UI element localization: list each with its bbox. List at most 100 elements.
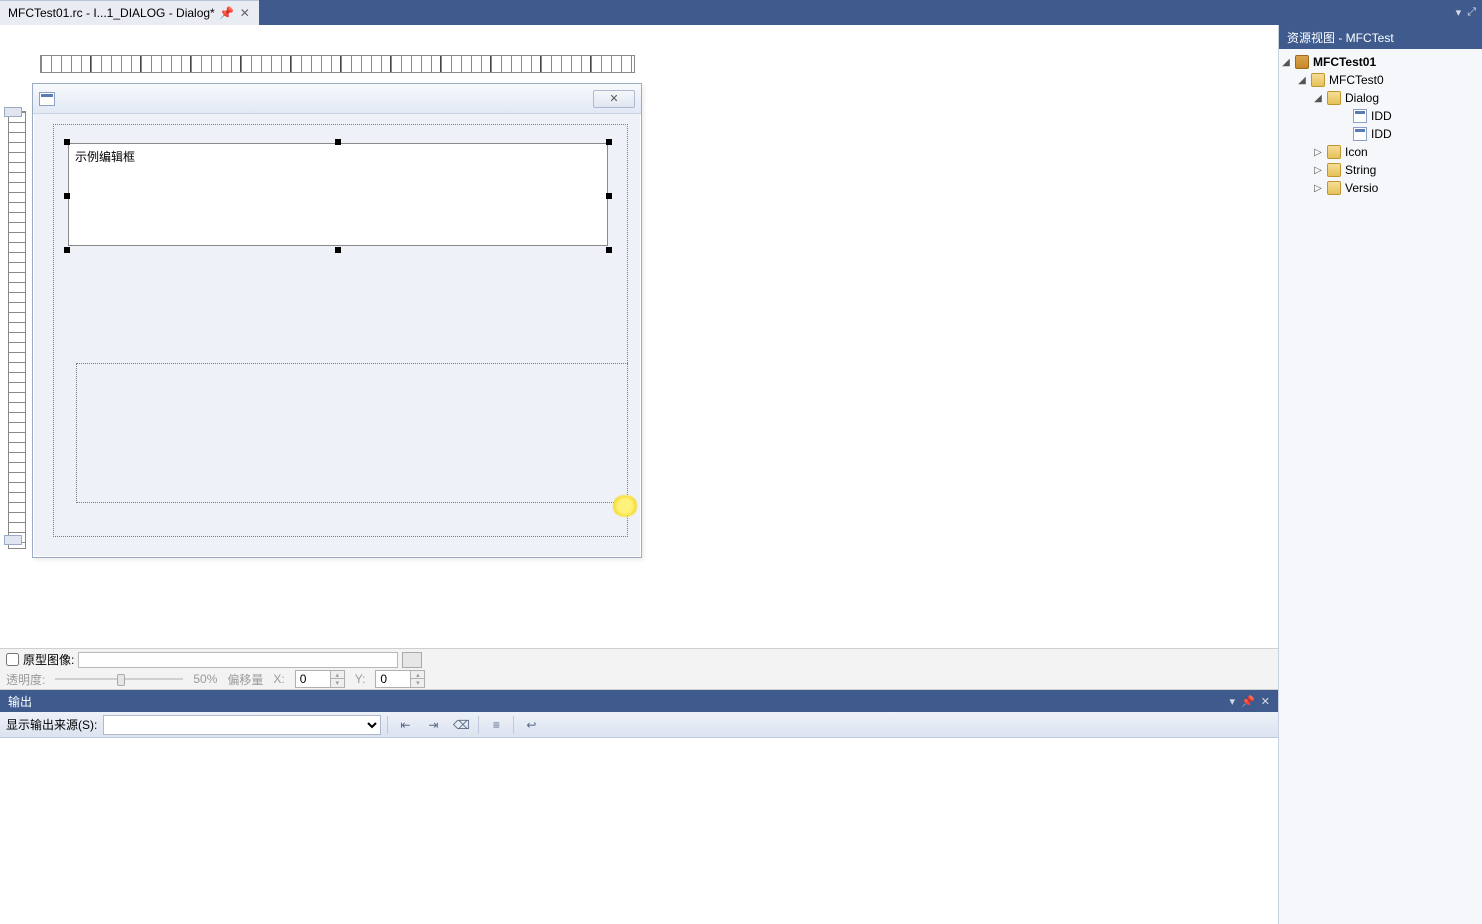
document-tabbar: MFCTest01.rc - I...1_DIALOG - Dialog* 📌 … (0, 0, 1482, 25)
offset-label: 偏移量 (227, 671, 263, 688)
clear-button[interactable]: ⌫ (450, 715, 472, 735)
dialog-icon (1353, 109, 1367, 123)
separator (513, 716, 514, 734)
output-dropdown-icon[interactable]: ▾ (1230, 695, 1236, 708)
tree-string-folder[interactable]: ▷ String (1279, 161, 1482, 179)
tab-dropdown-icon[interactable]: ▾ (1456, 6, 1462, 19)
tabbar-controls: ▾ ⤢ (1456, 0, 1482, 25)
output-titlebar: 输出 ▾ 📌 ✕ (0, 690, 1278, 712)
prototype-label: 原型图像: (23, 651, 74, 668)
offset-y-label: Y: (355, 672, 366, 686)
tree-label: MFCTest0 (1329, 73, 1384, 87)
opacity-value: 50% (193, 672, 217, 686)
expand-icon[interactable]: ▷ (1313, 183, 1323, 194)
next-message-button[interactable]: ⇥ (422, 715, 444, 735)
offset-y-input[interactable] (376, 672, 410, 686)
tree-dialog-item[interactable]: ▪ IDD (1279, 107, 1482, 125)
tab-label: MFCTest01.rc - I...1_DIALOG - Dialog* (8, 6, 215, 20)
prototype-path-field[interactable] (78, 652, 398, 668)
resize-handle-ml[interactable] (64, 193, 70, 199)
tree-label: IDD (1371, 109, 1392, 123)
dialog-preview[interactable]: ✕ 示例编辑框 (32, 83, 642, 558)
resource-tree[interactable]: ◢ MFCTest01 ◢ MFCTest0 ◢ Dialog ▪ IDD ▪ (1279, 49, 1482, 201)
output-title-label: 输出 (8, 693, 32, 710)
output-toolbar: 显示输出来源(S): ⇤ ⇥ ⌫ ≡ ↩ (0, 712, 1278, 738)
offset-y-spinner[interactable]: ▴▾ (375, 670, 425, 688)
resize-handle-bl[interactable] (64, 247, 70, 253)
slider-thumb[interactable] (117, 674, 125, 686)
word-wrap-button[interactable]: ↩ (520, 715, 542, 735)
resize-handle-br[interactable] (606, 247, 612, 253)
tree-dialog-folder[interactable]: ◢ Dialog (1279, 89, 1482, 107)
tree-label: Icon (1345, 145, 1368, 159)
folder-icon (1327, 181, 1341, 195)
output-body[interactable] (0, 738, 1278, 924)
tree-root[interactable]: ◢ MFCTest01 (1279, 53, 1482, 71)
expand-icon[interactable]: ◢ (1313, 93, 1323, 104)
prototype-checkbox[interactable] (6, 653, 19, 666)
dialog-client-area[interactable]: 示例编辑框 (53, 124, 628, 537)
expand-icon[interactable]: ▷ (1313, 165, 1323, 176)
offset-x-label: X: (273, 672, 284, 686)
resource-view-panel: 资源视图 - MFCTest ◢ MFCTest01 ◢ MFCTest0 ◢ … (1278, 25, 1482, 924)
ruler-vertical (8, 111, 26, 549)
document-tab[interactable]: MFCTest01.rc - I...1_DIALOG - Dialog* 📌 … (0, 0, 259, 25)
ruler-anchor-top[interactable] (4, 107, 22, 117)
resource-view-title: 资源视图 - MFCTest (1279, 25, 1482, 49)
tree-icon-folder[interactable]: ▷ Icon (1279, 143, 1482, 161)
edit-control-text: 示例编辑框 (75, 150, 135, 164)
cursor-highlight (612, 495, 638, 517)
expand-icon[interactable]: ▷ (1313, 147, 1323, 158)
spin-up-icon[interactable]: ▴ (330, 671, 344, 679)
tree-label: MFCTest01 (1313, 55, 1376, 69)
output-close-icon[interactable]: ✕ (1261, 695, 1270, 708)
project-icon (1295, 55, 1309, 69)
resource-view-title-label: 资源视图 - MFCTest (1287, 29, 1394, 46)
ruler-anchor-bottom[interactable] (4, 535, 22, 545)
close-icon[interactable]: ✕ (239, 7, 251, 19)
resize-handle-mr[interactable] (606, 193, 612, 199)
tree-dialog-item[interactable]: ▪ IDD (1279, 125, 1482, 143)
folder-icon (1327, 91, 1341, 105)
output-source-select[interactable] (103, 715, 381, 735)
resize-handle-bm[interactable] (335, 247, 341, 253)
dialog-close-button[interactable]: ✕ (593, 90, 635, 108)
opacity-slider[interactable] (55, 672, 183, 686)
expand-icon[interactable]: ◢ (1297, 75, 1307, 86)
resize-handle-tr[interactable] (606, 139, 612, 145)
folder-icon (1311, 73, 1325, 87)
output-source-label: 显示输出来源(S): (6, 716, 97, 733)
offset-x-input[interactable] (296, 672, 330, 686)
folder-icon (1327, 145, 1341, 159)
tree-label: Dialog (1345, 91, 1379, 105)
tab-maximize-icon[interactable]: ⤢ (1467, 6, 1476, 19)
ruler-horizontal (40, 55, 635, 73)
spin-up-icon[interactable]: ▴ (410, 671, 424, 679)
spin-down-icon[interactable]: ▾ (330, 679, 344, 687)
output-pin-icon[interactable]: 📌 (1241, 695, 1255, 708)
offset-x-spinner[interactable]: ▴▾ (295, 670, 345, 688)
prototype-browse-button[interactable] (402, 652, 422, 668)
tree-label: Versio (1345, 181, 1378, 195)
resize-handle-tm[interactable] (335, 139, 341, 145)
output-panel: 输出 ▾ 📌 ✕ 显示输出来源(S): ⇤ ⇥ ⌫ ≡ ↩ (0, 690, 1278, 924)
dialog-icon (1353, 127, 1367, 141)
prototype-image-bar: 原型图像: 透明度: 50% 偏移量 X: ▴▾ Y: ▴▾ (0, 648, 1278, 690)
new-control-placeholder[interactable] (76, 363, 628, 503)
dialog-designer[interactable]: ✕ 示例编辑框 (0, 25, 1278, 648)
dialog-system-icon (39, 92, 55, 106)
pin-icon[interactable]: 📌 (221, 7, 233, 19)
separator (387, 716, 388, 734)
dialog-titlebar: ✕ (33, 84, 641, 114)
tree-version-folder[interactable]: ▷ Versio (1279, 179, 1482, 197)
spin-down-icon[interactable]: ▾ (410, 679, 424, 687)
toggle-wrap-button[interactable]: ≡ (485, 715, 507, 735)
edit-control[interactable]: 示例编辑框 (68, 143, 608, 246)
folder-icon (1327, 163, 1341, 177)
tree-rc[interactable]: ◢ MFCTest0 (1279, 71, 1482, 89)
expand-icon[interactable]: ◢ (1281, 57, 1291, 68)
prev-message-button[interactable]: ⇤ (394, 715, 416, 735)
separator (478, 716, 479, 734)
tree-label: IDD (1371, 127, 1392, 141)
resize-handle-tl[interactable] (64, 139, 70, 145)
